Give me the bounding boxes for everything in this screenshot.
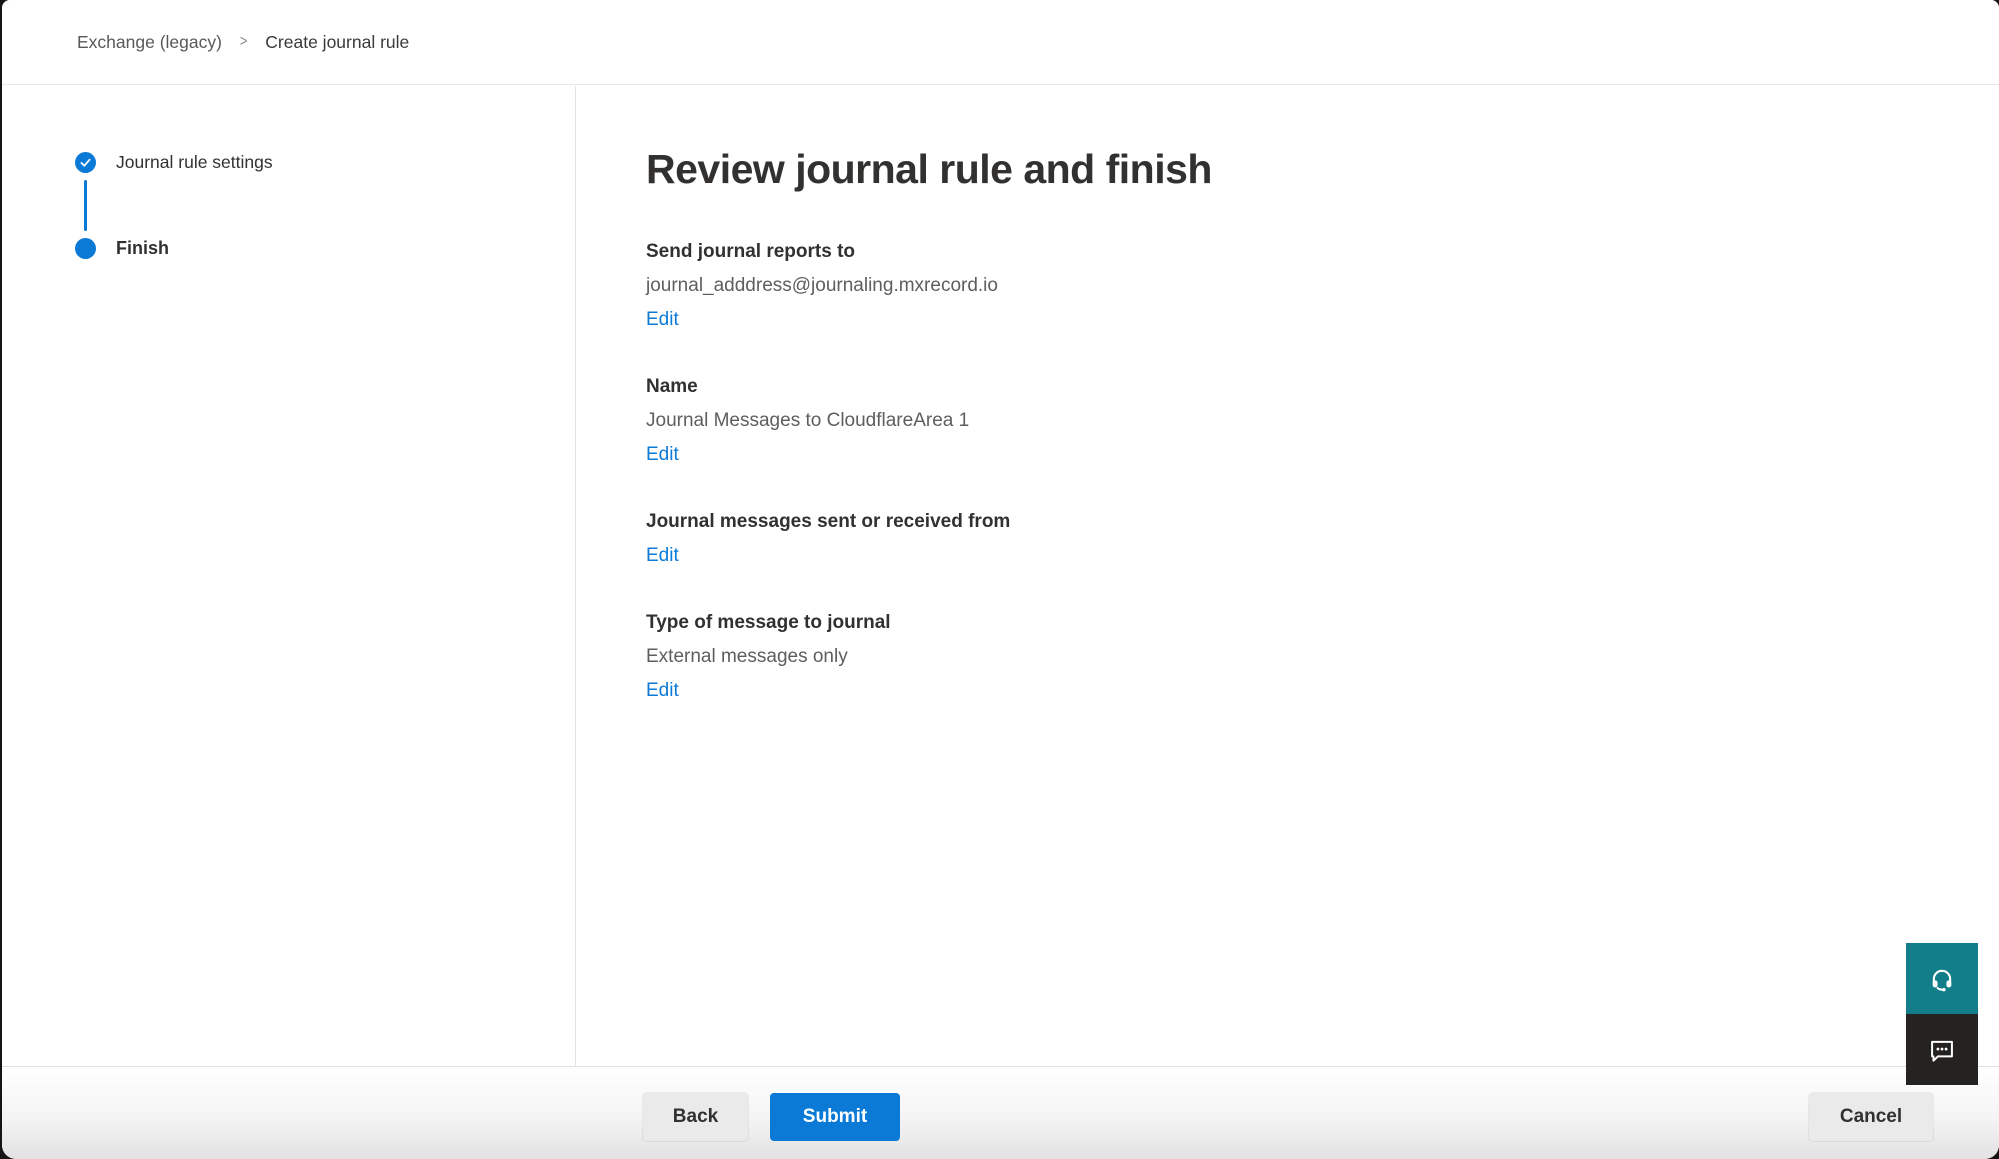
step-completed-check-icon bbox=[75, 152, 96, 173]
review-section: Journal messages sent or received fromEd… bbox=[646, 505, 1959, 573]
section-label: Send journal reports to bbox=[646, 235, 1959, 269]
breadcrumb: Exchange (legacy) > Create journal rule bbox=[2, 0, 1999, 85]
chevron-right-icon: > bbox=[240, 33, 247, 51]
headset-icon bbox=[1928, 965, 1956, 993]
submit-button[interactable]: Submit bbox=[770, 1093, 900, 1141]
review-pane: Review journal rule and finish Send jour… bbox=[576, 86, 1999, 1066]
content-area: Journal rule settings Finish Review jour… bbox=[2, 86, 1999, 1066]
wizard-step-finish[interactable]: Finish bbox=[75, 238, 575, 259]
section-label: Journal messages sent or received from bbox=[646, 505, 1959, 539]
edit-link[interactable]: Edit bbox=[646, 539, 679, 573]
app-window: Exchange (legacy) > Create journal rule … bbox=[2, 0, 1999, 1159]
section-value: External messages only bbox=[646, 640, 1959, 674]
edit-link[interactable]: Edit bbox=[646, 438, 679, 472]
help-button[interactable] bbox=[1906, 943, 1978, 1014]
edit-link[interactable]: Edit bbox=[646, 303, 679, 337]
review-sections: Send journal reports tojournal_adddress@… bbox=[646, 235, 1959, 708]
section-value: journal_adddress@journaling.mxrecord.io bbox=[646, 269, 1959, 303]
step-connector-line bbox=[84, 180, 87, 231]
review-section: Type of message to journalExternal messa… bbox=[646, 606, 1959, 708]
back-button[interactable]: Back bbox=[643, 1093, 748, 1141]
review-section: Send journal reports tojournal_adddress@… bbox=[646, 235, 1959, 337]
section-label: Type of message to journal bbox=[646, 606, 1959, 640]
wizard-step-label: Finish bbox=[116, 238, 169, 259]
feedback-button[interactable] bbox=[1906, 1014, 1978, 1085]
edit-link[interactable]: Edit bbox=[646, 674, 679, 708]
footer-bar: Back Submit Cancel bbox=[2, 1066, 1999, 1159]
chat-icon bbox=[1928, 1036, 1956, 1064]
section-label: Name bbox=[646, 370, 1959, 404]
step-current-dot-icon bbox=[75, 238, 96, 259]
section-value: Journal Messages to CloudflareArea 1 bbox=[646, 404, 1959, 438]
breadcrumb-exchange-legacy[interactable]: Exchange (legacy) bbox=[77, 32, 222, 53]
review-section: NameJournal Messages to CloudflareArea 1… bbox=[646, 370, 1959, 472]
wizard-step-label: Journal rule settings bbox=[116, 152, 273, 173]
wizard-steps-sidebar: Journal rule settings Finish bbox=[2, 86, 576, 1066]
wizard-step-journal-rule-settings[interactable]: Journal rule settings bbox=[75, 152, 575, 173]
page-title: Review journal rule and finish bbox=[646, 146, 1959, 193]
cancel-button[interactable]: Cancel bbox=[1809, 1093, 1933, 1141]
breadcrumb-current-page: Create journal rule bbox=[265, 32, 409, 53]
floating-side-buttons bbox=[1906, 943, 1978, 1085]
